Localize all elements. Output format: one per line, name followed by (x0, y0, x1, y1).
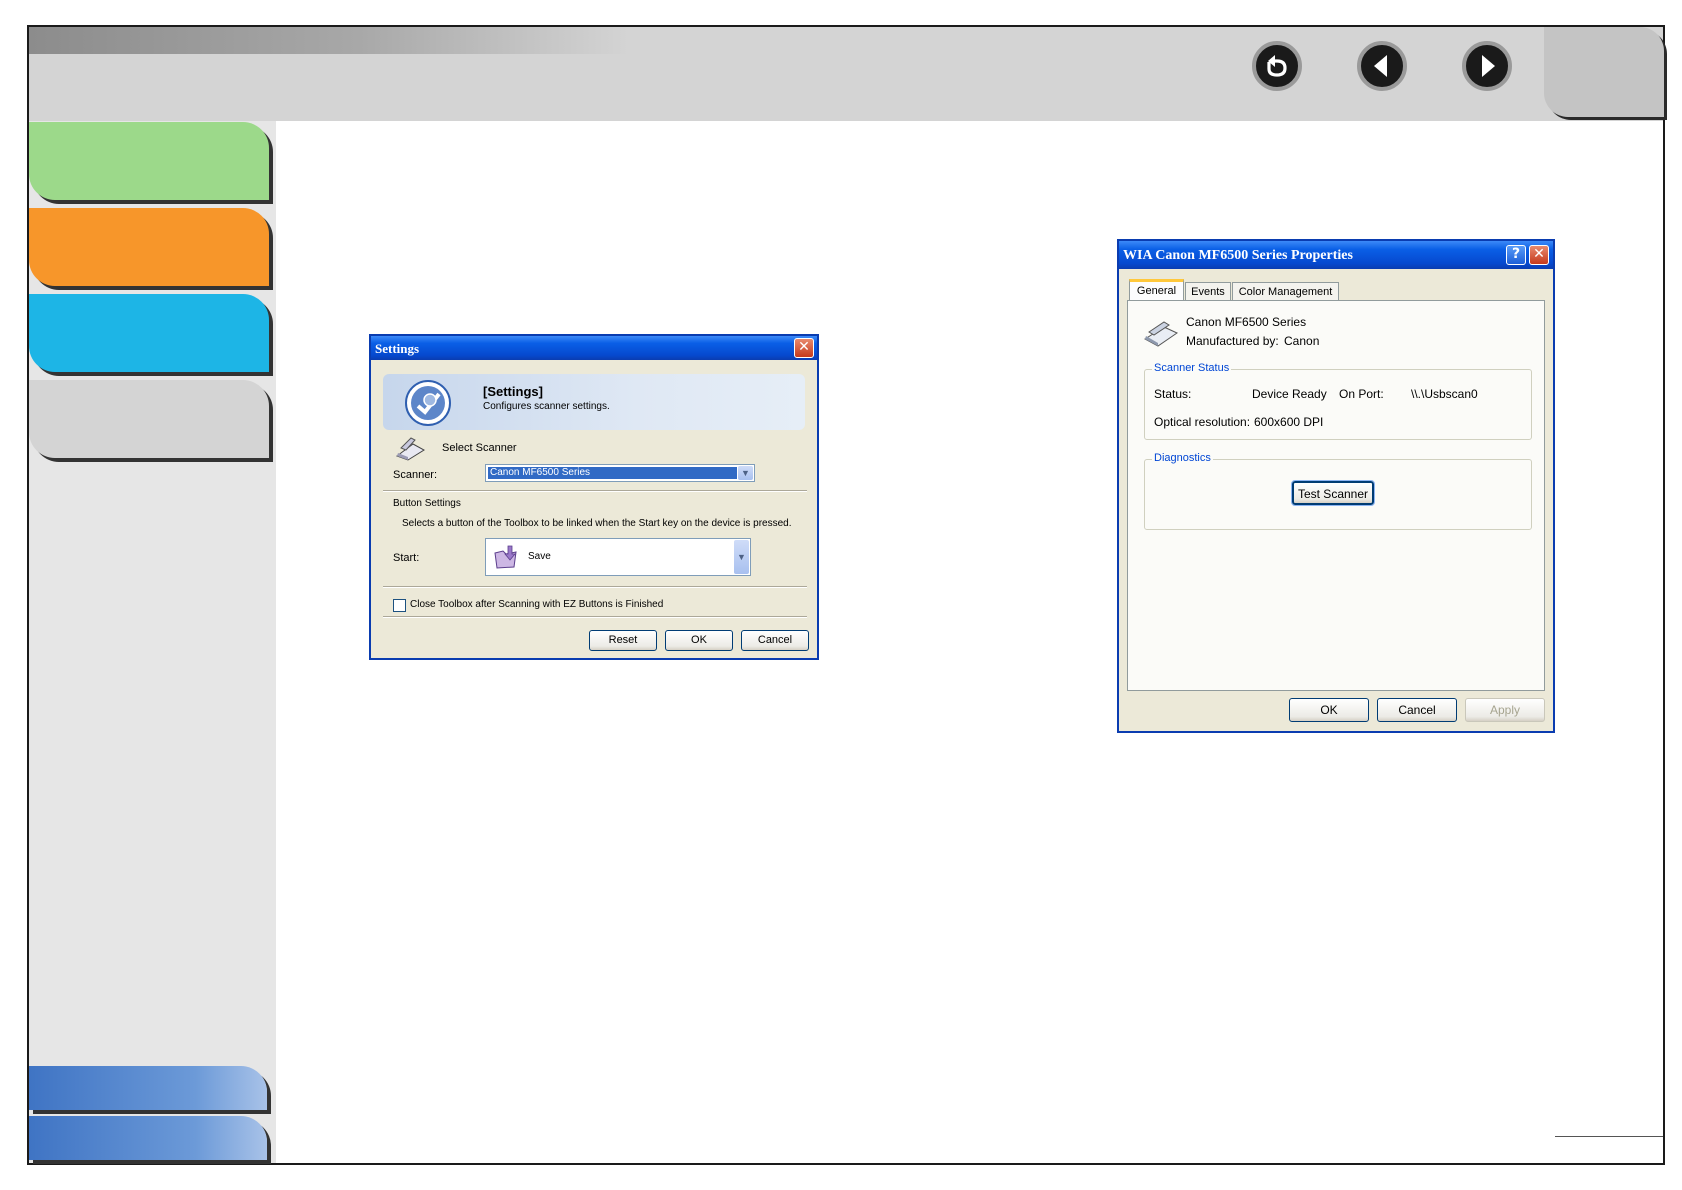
top-right-tab[interactable] (1544, 27, 1664, 117)
help-button[interactable]: ? (1506, 245, 1526, 265)
port-value: \\.\Usbscan0 (1411, 387, 1478, 401)
sidebar-bottom-tab-2[interactable] (29, 1116, 267, 1160)
diagnostics-label: Diagnostics (1152, 452, 1213, 464)
right-triangle-icon (1482, 55, 1495, 77)
scanner-status-label: Scanner Status (1152, 362, 1232, 374)
close-icon: ✕ (1533, 246, 1545, 262)
start-select-value: Save (528, 551, 551, 562)
close-icon: ✕ (798, 339, 810, 355)
button-settings-label: Button Settings (393, 498, 461, 509)
ok-button[interactable]: OK (1289, 698, 1369, 722)
header-gradient (29, 27, 629, 54)
close-toolbox-checkbox[interactable] (393, 599, 406, 612)
back-button[interactable] (1252, 41, 1302, 91)
select-scanner-label: Select Scanner (442, 442, 517, 454)
start-label: Start: (393, 552, 420, 564)
chevron-down-icon[interactable]: ▼ (738, 466, 753, 480)
settings-titlebar: Settings ✕ (371, 336, 817, 360)
scanner-icon (395, 437, 425, 461)
banner-subtitle: Configures scanner settings. (483, 401, 610, 412)
sidebar-tab-gray[interactable] (29, 380, 269, 458)
save-folder-icon (494, 545, 517, 569)
tab-events[interactable]: Events (1185, 282, 1231, 301)
manufacturer-value: Canon (1284, 334, 1320, 348)
header-bar (29, 27, 1663, 121)
scanner-status-group (1144, 369, 1532, 440)
settings-gear-icon (405, 380, 451, 426)
ok-button[interactable]: OK (665, 630, 733, 651)
sidebar-tab-blue[interactable] (29, 294, 269, 372)
settings-title: Settings (375, 341, 420, 356)
return-arrow-icon (1267, 55, 1287, 77)
next-page-button[interactable] (1462, 41, 1512, 91)
scanner-select[interactable]: Canon MF6500 Series ▼ (485, 464, 755, 482)
left-triangle-icon (1374, 55, 1387, 77)
scanner-label: Scanner: (393, 469, 438, 481)
scanner-select-value: Canon MF6500 Series (488, 467, 737, 479)
previous-page-button[interactable] (1357, 41, 1407, 91)
separator (383, 586, 807, 588)
device-name: Canon MF6500 Series (1186, 315, 1307, 329)
close-button[interactable]: ✕ (1529, 245, 1549, 265)
sidebar-bottom-tab-1[interactable] (29, 1066, 267, 1110)
properties-dialog: WIA Canon MF6500 Series Properties ? ✕ G… (1117, 239, 1555, 733)
scanner-icon (1144, 321, 1179, 347)
optical-resolution-label: Optical resolution: (1154, 415, 1251, 429)
close-button[interactable]: ✕ (794, 338, 814, 358)
start-select[interactable]: Save ▼ (485, 538, 751, 576)
test-scanner-button[interactable]: Test Scanner (1291, 480, 1375, 506)
separator (383, 616, 807, 618)
properties-titlebar: WIA Canon MF6500 Series Properties ? ✕ (1119, 241, 1553, 269)
optical-resolution-value: 600x600 DPI (1254, 415, 1324, 429)
button-settings-description: Selects a button of the Toolbox to be li… (402, 518, 792, 529)
chevron-down-icon[interactable]: ▼ (734, 540, 749, 574)
settings-dialog: Settings ✕ [Settings] Configures scanner… (369, 334, 819, 660)
cancel-button[interactable]: Cancel (1377, 698, 1457, 722)
banner-title: [Settings] (483, 384, 543, 399)
reset-button[interactable]: Reset (589, 630, 657, 651)
properties-title: WIA Canon MF6500 Series Properties (1123, 248, 1353, 263)
apply-button: Apply (1465, 698, 1545, 722)
tab-color-management[interactable]: Color Management (1232, 282, 1339, 301)
sidebar-tab-green[interactable] (29, 122, 269, 200)
sidebar-tab-orange[interactable] (29, 208, 269, 286)
tab-general[interactable]: General (1129, 279, 1184, 301)
cancel-button[interactable]: Cancel (741, 630, 809, 651)
general-tab-panel: Canon MF6500 Series Manufactured by: Can… (1127, 300, 1545, 691)
status-value: Device Ready (1252, 387, 1327, 401)
manufactured-by-label: Manufactured by: (1186, 334, 1279, 348)
status-label: Status: (1154, 387, 1192, 401)
help-icon: ? (1511, 246, 1521, 262)
separator (383, 490, 807, 492)
page-number-rule (1555, 1136, 1663, 1137)
on-port-label: On Port: (1339, 387, 1384, 401)
close-toolbox-label[interactable]: Close Toolbox after Scanning with EZ But… (410, 599, 663, 610)
